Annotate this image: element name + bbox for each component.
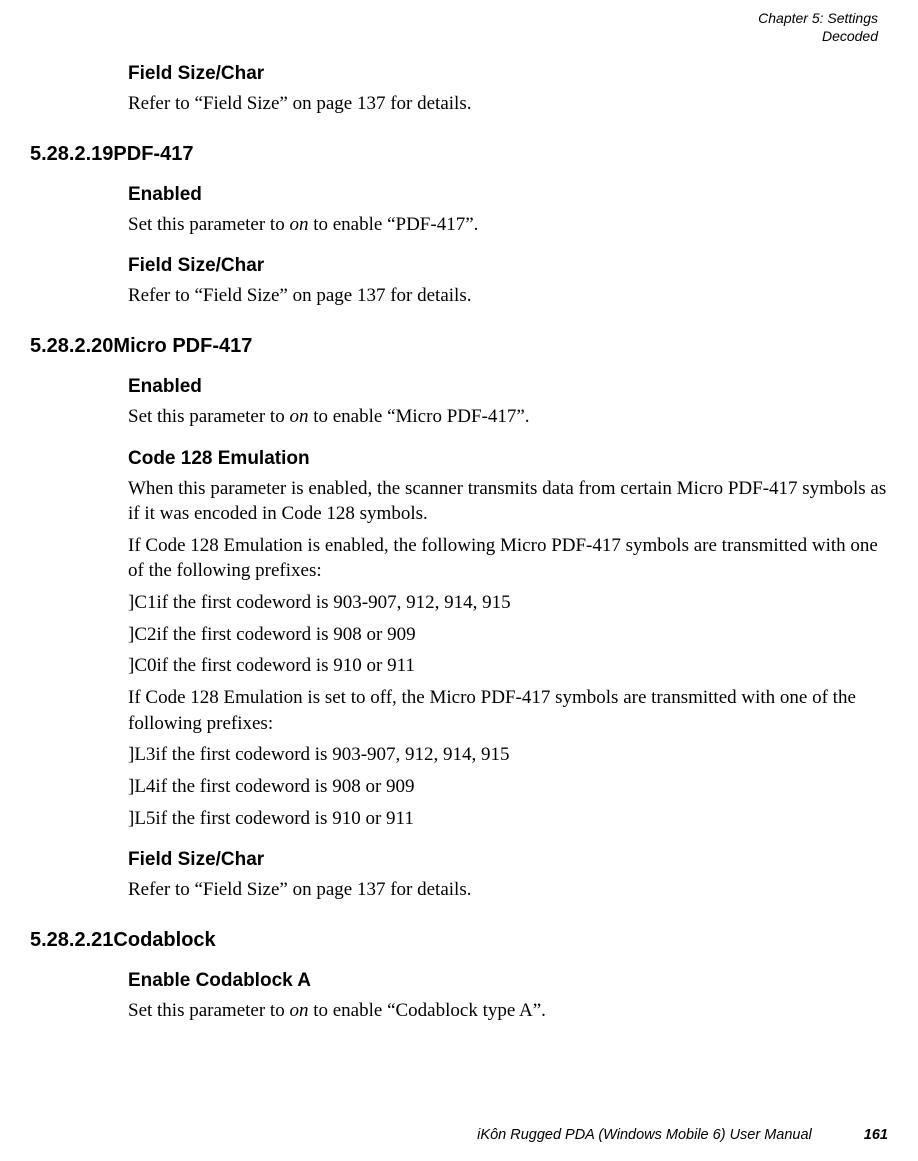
heading-enabled: Enabled [128, 184, 888, 206]
paragraph: Refer to “Field Size” on page 137 for de… [128, 283, 888, 309]
text-italic: on [289, 1000, 308, 1021]
text-italic: on [289, 406, 308, 427]
paragraph: ]C1if the first codeword is 903-907, 912… [128, 590, 888, 616]
heading-field-size-char: Field Size/Char [128, 255, 888, 277]
paragraph: ]C2if the first codeword is 908 or 909 [128, 622, 888, 648]
section-number: 5.28.2.21 [30, 929, 113, 952]
heading-enabled: Enabled [128, 376, 888, 398]
section-title: Micro PDF-417 [113, 335, 252, 358]
heading-enable-codablock-a: Enable Codablock A [128, 970, 888, 992]
text: to enable “PDF-417”. [308, 214, 478, 235]
section-number: 5.28.2.20 [30, 335, 113, 358]
page-header: Chapter 5: Settings Decoded [30, 10, 878, 45]
paragraph: Refer to “Field Size” on page 137 for de… [128, 877, 888, 903]
heading-codablock: 5.28.2.21Codablock [30, 929, 888, 952]
section-title: PDF-417 [113, 143, 193, 166]
paragraph: ]L4if the first codeword is 908 or 909 [128, 774, 888, 800]
paragraph: Set this parameter to on to enable “PDF-… [128, 212, 888, 238]
section-number: 5.28.2.19 [30, 143, 113, 166]
heading-field-size-char: Field Size/Char [128, 63, 888, 85]
text: to enable “Micro PDF-417”. [308, 406, 529, 427]
text: to enable “Codablock type A”. [308, 1000, 545, 1021]
text-italic: on [289, 214, 308, 235]
paragraph: Set this parameter to on to enable “Coda… [128, 998, 888, 1024]
paragraph: When this parameter is enabled, the scan… [128, 476, 888, 527]
footer-page-number: 161 [864, 1127, 888, 1143]
text: Set this parameter to [128, 406, 289, 427]
section-title: Codablock [113, 929, 215, 952]
text: Set this parameter to [128, 214, 289, 235]
text: Set this parameter to [128, 1000, 289, 1021]
paragraph: Refer to “Field Size” on page 137 for de… [128, 91, 888, 117]
paragraph: If Code 128 Emulation is set to off, the… [128, 685, 888, 736]
heading-field-size-char: Field Size/Char [128, 849, 888, 871]
paragraph: If Code 128 Emulation is enabled, the fo… [128, 533, 888, 584]
paragraph: ]C0if the first codeword is 910 or 911 [128, 653, 888, 679]
page-footer: iKôn Rugged PDA (Windows Mobile 6) User … [477, 1127, 888, 1143]
heading-pdf417: 5.28.2.19PDF-417 [30, 143, 888, 166]
footer-title: iKôn Rugged PDA (Windows Mobile 6) User … [477, 1127, 812, 1143]
header-chapter: Chapter 5: Settings [30, 10, 878, 28]
heading-micro-pdf417: 5.28.2.20Micro PDF-417 [30, 335, 888, 358]
paragraph: ]L3if the first codeword is 903-907, 912… [128, 742, 888, 768]
document-page: Chapter 5: Settings Decoded Field Size/C… [0, 0, 918, 1161]
paragraph: Set this parameter to on to enable “Micr… [128, 404, 888, 430]
heading-code128-emulation: Code 128 Emulation [128, 448, 888, 470]
paragraph: ]L5if the first codeword is 910 or 911 [128, 806, 888, 832]
header-section: Decoded [30, 28, 878, 46]
